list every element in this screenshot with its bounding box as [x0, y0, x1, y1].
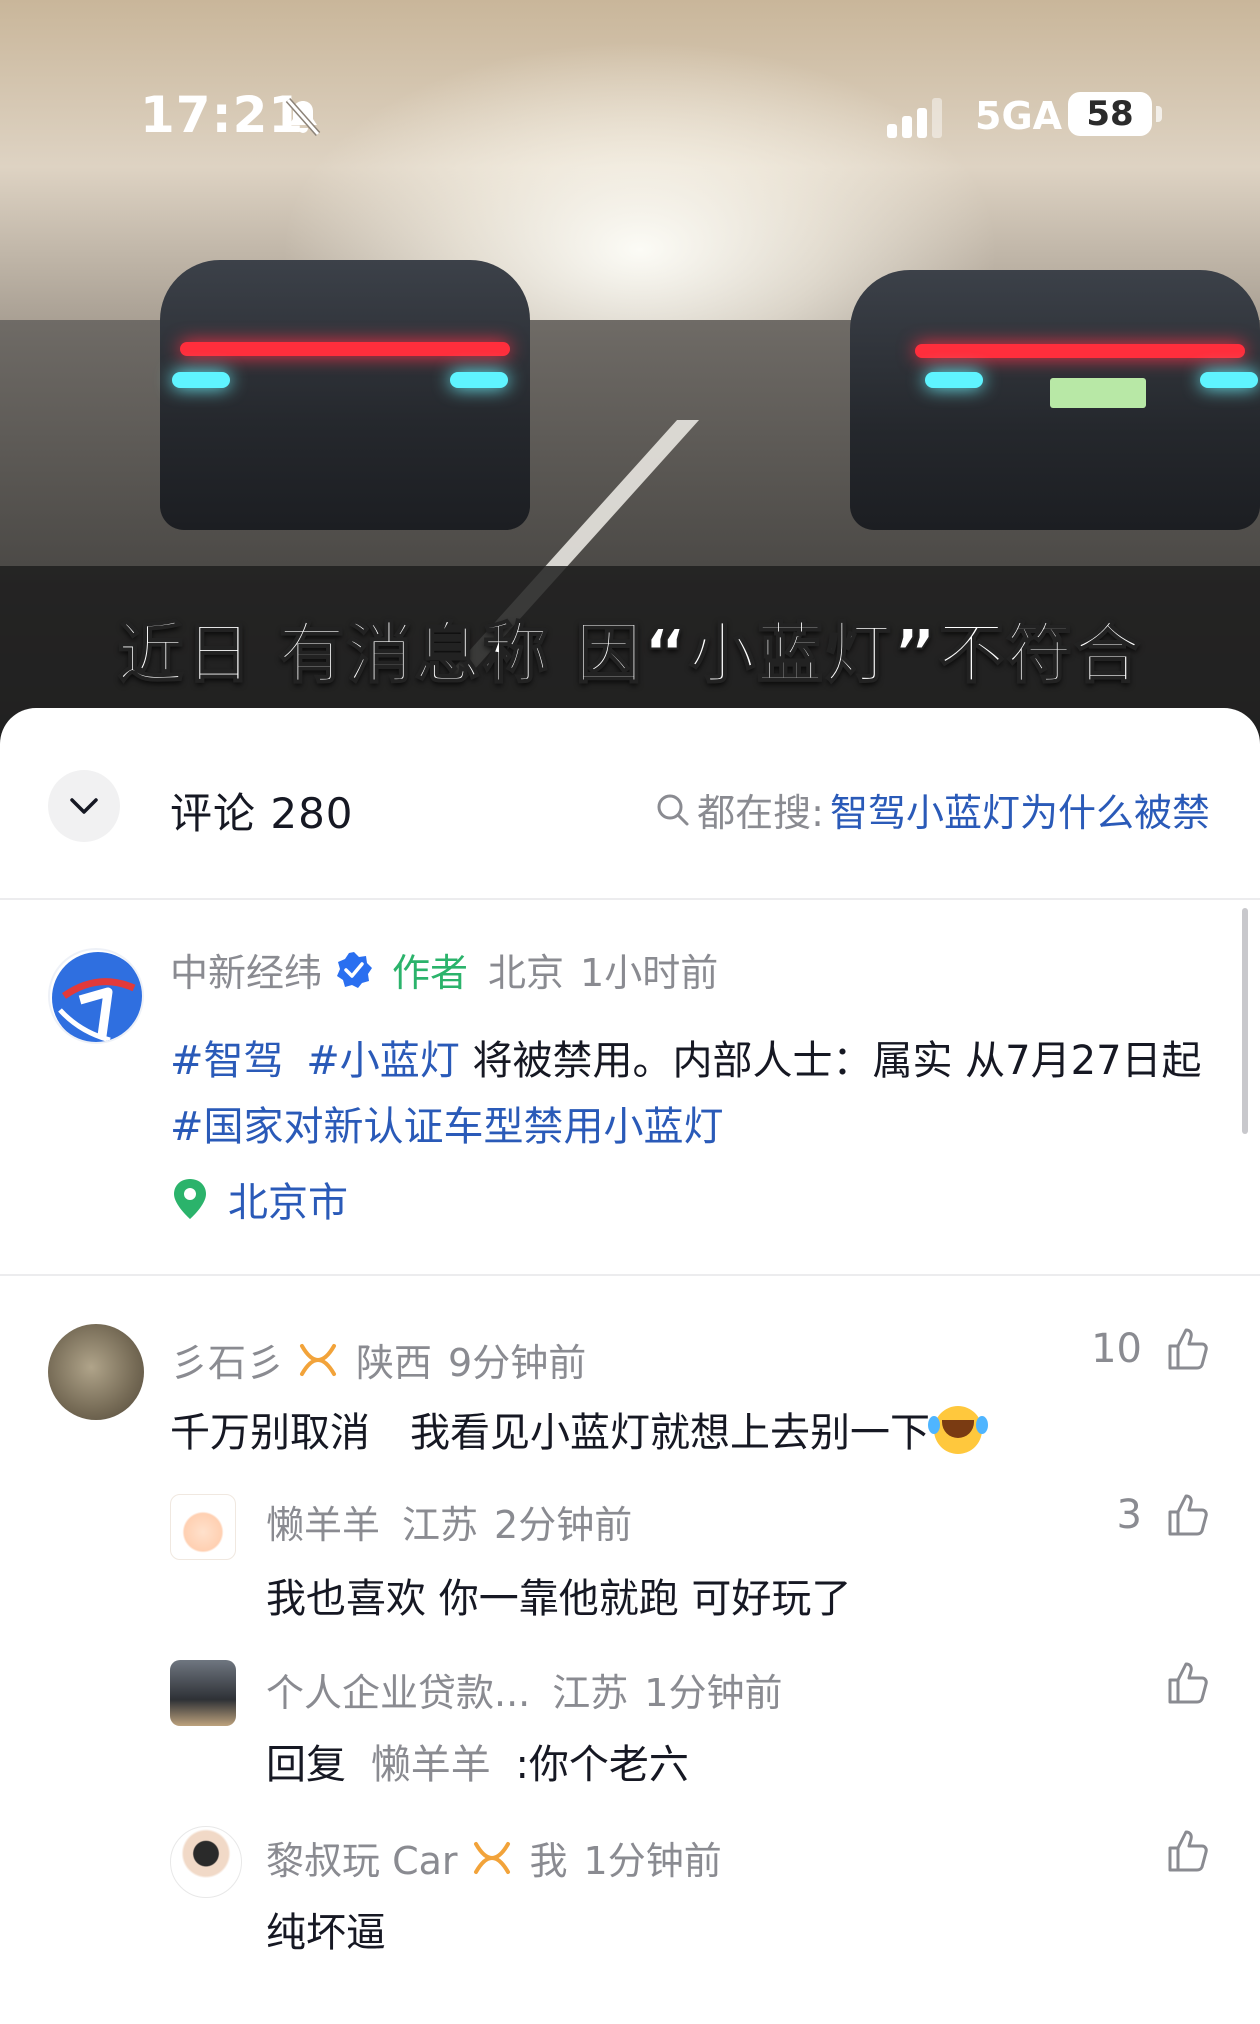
- battery-tip: [1156, 106, 1162, 122]
- comment-text: 纯坏逼: [266, 1910, 386, 1956]
- fan-badge-icon: [300, 1343, 337, 1376]
- battery-icon: 58: [1068, 92, 1152, 136]
- hashtag-link[interactable]: #智驾: [170, 1038, 284, 1084]
- divider: [0, 898, 1260, 900]
- blue-light: [925, 372, 983, 388]
- comment-region: 陕西: [356, 1341, 433, 1385]
- blue-light: [172, 372, 230, 388]
- post-text: 将被禁用。内部人士：属实 从7月27日起: [459, 1038, 1202, 1084]
- like-button[interactable]: 3: [1117, 1492, 1210, 1538]
- like-count: 3: [1116, 1492, 1142, 1538]
- comment-username[interactable]: 黎叔玩 Car: [266, 1830, 458, 1885]
- user-avatar[interactable]: [48, 1324, 144, 1420]
- author-name[interactable]: 中新经纬: [170, 942, 322, 997]
- comment-region: 江苏: [402, 1503, 479, 1547]
- reply-target[interactable]: 懒羊羊: [371, 1742, 491, 1788]
- laughing-crying-emoji-icon: [928, 1406, 988, 1454]
- thumbs-up-icon: [1168, 1830, 1208, 1872]
- comment-region: 我: [529, 1839, 568, 1883]
- license-plate: [1050, 378, 1146, 408]
- comment-body: 千万别取消 我看见小蓝灯就想上去别一下: [170, 1410, 930, 1456]
- post-content: #智驾 #小蓝灯 将被禁用。内部人士：属实 从7月27日起 #国家对新认证车型禁用…: [170, 1028, 1210, 1160]
- reply-prefix: 回复: [266, 1742, 346, 1788]
- search-icon: [657, 794, 689, 825]
- post-time: 1小时前: [580, 951, 719, 995]
- tail-light-left: [180, 342, 510, 356]
- network-type: 5GA: [975, 94, 1063, 138]
- search-prefix: 都在搜:: [697, 791, 824, 835]
- verified-badge-icon: [337, 951, 373, 988]
- video-caption: 近日 有消息称 因“小蓝灯”不符合: [117, 614, 1143, 693]
- hashtag-link[interactable]: #国家对新认证车型禁用小蓝灯: [170, 1104, 724, 1150]
- scrollbar[interactable]: [1242, 908, 1248, 1134]
- like-count: 10: [1091, 1326, 1142, 1372]
- comment-body: :你个老六: [515, 1742, 689, 1788]
- author-avatar[interactable]: [48, 948, 144, 1044]
- location-pin-icon: [174, 1179, 206, 1219]
- comment-meta: 彡石彡 陕西 9分钟前: [170, 1332, 586, 1387]
- comments-header: 评论 280 都在搜: 智驾小蓝灯为什么被禁: [0, 708, 1260, 898]
- signal-icon: [887, 98, 947, 138]
- comment-meta: 黎叔玩 Car 我 1分钟前: [266, 1830, 722, 1885]
- comment-region: 江苏: [552, 1671, 629, 1715]
- status-time: 17:21: [140, 86, 305, 144]
- comment-time: 1分钟前: [583, 1839, 722, 1883]
- news-logo-icon: [52, 952, 142, 1042]
- user-avatar[interactable]: [170, 1826, 242, 1898]
- comment-time: 2分钟前: [494, 1503, 633, 1547]
- like-button[interactable]: [1142, 1660, 1210, 1706]
- search-query[interactable]: 智驾小蓝灯为什么被禁: [830, 782, 1210, 837]
- bell-muted-icon: [285, 98, 321, 136]
- search-suggestion[interactable]: 都在搜: 智驾小蓝灯为什么被禁: [655, 782, 1210, 837]
- location-text: 北京市: [228, 1180, 348, 1226]
- thumbs-up-icon: [1168, 1494, 1208, 1536]
- user-avatar[interactable]: [170, 1660, 236, 1726]
- collapse-button[interactable]: [48, 770, 120, 842]
- comment-meta: 懒羊羊 江苏 2分钟前: [266, 1494, 632, 1549]
- thumbs-up-icon: [1168, 1662, 1208, 1704]
- comment-count: 评论 280: [170, 789, 354, 838]
- comment-text: 我也喜欢 你一靠他就跑 可好玩了: [266, 1576, 852, 1622]
- tail-light-right: [915, 344, 1245, 358]
- comment-text: 回复 懒羊羊 :你个老六: [266, 1732, 689, 1790]
- post-region: 北京: [488, 951, 565, 995]
- thumbs-up-icon: [1168, 1328, 1208, 1370]
- car-left: [160, 260, 530, 530]
- comment-username[interactable]: 个人企业贷款...: [266, 1662, 530, 1717]
- hashtag-link[interactable]: #小蓝灯: [306, 1038, 460, 1084]
- location-link[interactable]: 北京市: [170, 1170, 348, 1228]
- post-meta: 中新经纬 作者 北京 1小时前: [170, 942, 718, 997]
- chevron-down-icon: [70, 798, 98, 814]
- user-avatar[interactable]: [170, 1494, 236, 1560]
- fan-badge-icon: [473, 1841, 510, 1874]
- blue-light: [1200, 372, 1258, 388]
- comment-meta: 个人企业贷款... 江苏 1分钟前: [266, 1662, 782, 1717]
- status-bar: 17:21 5GA 58: [0, 0, 1260, 160]
- author-tag: 作者: [392, 951, 469, 995]
- divider: [0, 1274, 1260, 1276]
- like-button[interactable]: 10: [1091, 1326, 1210, 1372]
- comment-username[interactable]: 懒羊羊: [266, 1494, 380, 1549]
- like-button[interactable]: [1142, 1828, 1210, 1874]
- comment-text: 千万别取消 我看见小蓝灯就想上去别一下: [170, 1400, 988, 1458]
- comments-sheet: 评论 280 都在搜: 智驾小蓝灯为什么被禁 中新经纬 作者 北京 1小时前 #…: [0, 708, 1260, 2024]
- comment-time: 9分钟前: [448, 1341, 587, 1385]
- comment-time: 1分钟前: [644, 1671, 783, 1715]
- comment-username[interactable]: 彡石彡: [170, 1332, 284, 1387]
- blue-light: [450, 372, 508, 388]
